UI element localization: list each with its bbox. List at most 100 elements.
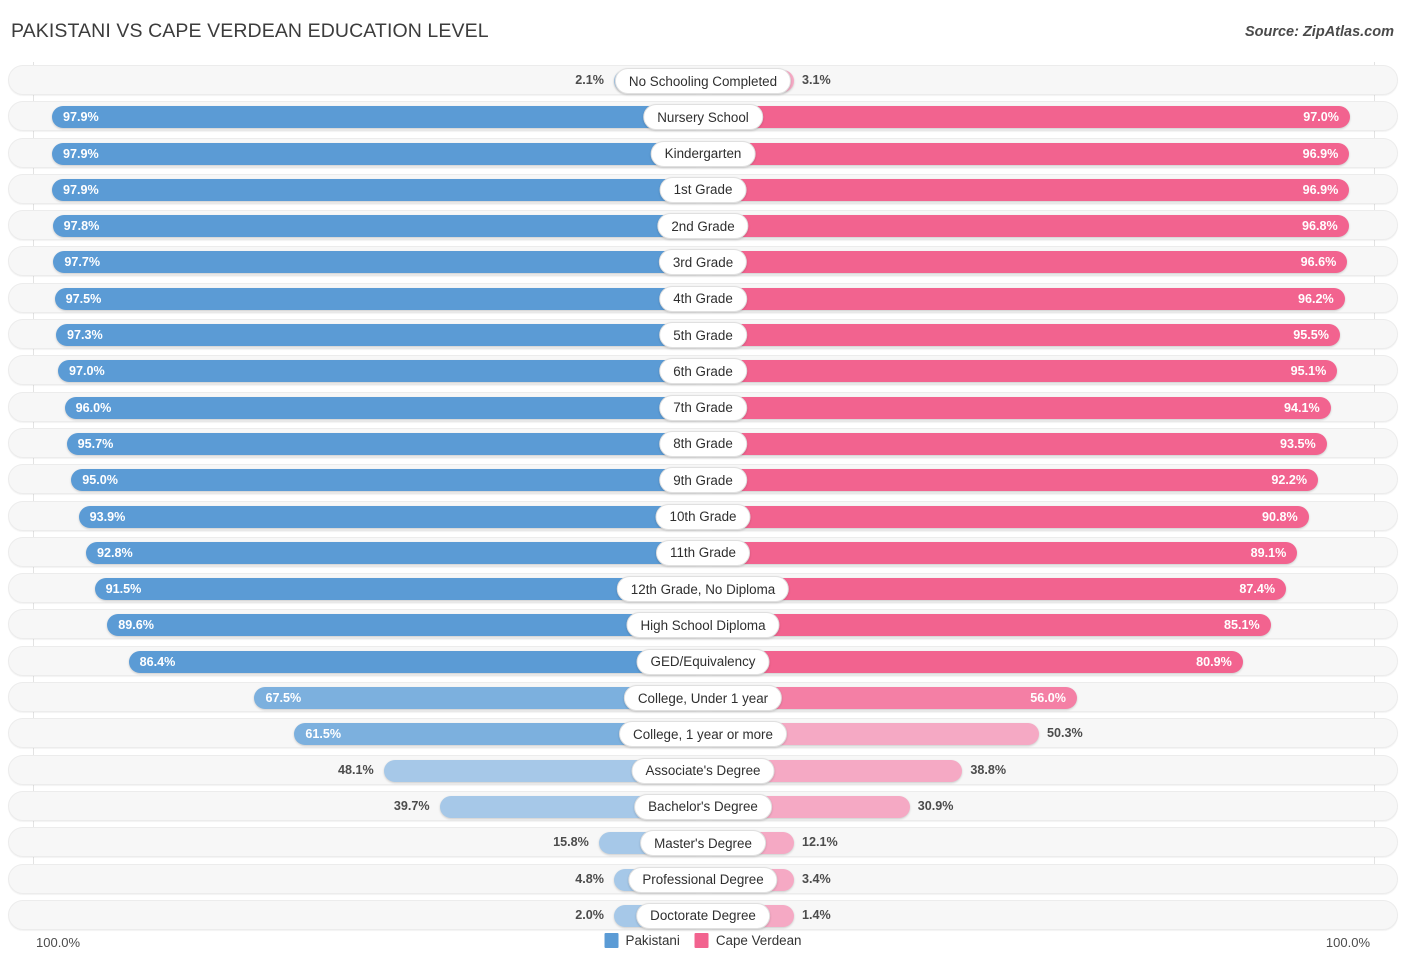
bar-cape-verdean[interactable]: 95.5%	[704, 324, 1341, 347]
bar-pakistani[interactable]: 97.9%	[51, 178, 704, 201]
category-label[interactable]: Associate's Degree	[631, 757, 775, 784]
chart-row[interactable]: 15.8% 12.1% Master's Degree	[8, 827, 1398, 858]
chart-row[interactable]: 97.3% 95.5% 5th Grade	[8, 319, 1398, 350]
chart-row[interactable]: 97.7% 96.6% 3rd Grade	[8, 246, 1398, 277]
bar-pakistani[interactable]: 97.5%	[54, 287, 704, 310]
bar-cape-verdean[interactable]: 85.1%	[704, 614, 1271, 637]
bar-pakistani[interactable]: 91.5%	[94, 578, 704, 601]
bar-pakistani[interactable]: 93.9%	[78, 505, 704, 528]
category-label[interactable]: 4th Grade	[659, 285, 747, 312]
category-label[interactable]: 9th Grade	[659, 467, 747, 494]
category-label[interactable]: 7th Grade	[659, 394, 747, 421]
bar-pakistani[interactable]: 95.0%	[71, 469, 704, 492]
category-label[interactable]: High School Diploma	[626, 612, 780, 639]
chart-row-inner: 95.7% 93.5% 8th Grade	[9, 429, 1397, 457]
chart-row-inner: 89.6% 85.1% High School Diploma	[9, 610, 1397, 639]
bar-value-cape-verdean: 92.2%	[1271, 473, 1308, 488]
category-label[interactable]: No Schooling Completed	[614, 68, 792, 94]
bar-pakistani[interactable]: 92.8%	[85, 541, 704, 564]
bar-cape-verdean[interactable]: 93.5%	[704, 432, 1327, 455]
bar-cape-verdean[interactable]: 90.8%	[704, 505, 1309, 528]
bar-cape-verdean[interactable]: 92.2%	[704, 469, 1319, 492]
chart-rows: 2.1% 3.1% No Schooling Completed 97.9% 97.0%…	[0, 65, 1406, 936]
chart-row[interactable]: 86.4% 80.9% GED/Equivalency	[8, 645, 1398, 676]
chart-row[interactable]: 97.8% 96.8% 2nd Grade	[8, 210, 1398, 241]
chart-row[interactable]: 97.5% 96.2% 4th Grade	[8, 282, 1398, 313]
category-label[interactable]: Professional Degree	[628, 866, 778, 893]
bar-value-pakistani: 96.0%	[75, 400, 112, 415]
chart-row[interactable]: 2.1% 3.1% No Schooling Completed	[8, 65, 1398, 95]
bar-cape-verdean[interactable]: 95.1%	[704, 360, 1338, 383]
bar-pakistani[interactable]: 86.4%	[128, 650, 704, 673]
chart-row[interactable]: 93.9% 90.8% 10th Grade	[8, 500, 1398, 531]
chart-row-inner: 97.7% 96.6% 3rd Grade	[9, 247, 1397, 276]
category-label[interactable]: 12th Grade, No Diploma	[616, 576, 790, 603]
category-label[interactable]: College, 1 year or more	[619, 721, 787, 748]
bar-pakistani[interactable]: 95.7%	[66, 432, 704, 455]
bar-value-cape-verdean: 89.1%	[1250, 545, 1287, 560]
category-label[interactable]: 3rd Grade	[658, 249, 748, 276]
bar-cape-verdean[interactable]: 97.0%	[704, 106, 1351, 129]
chart-row[interactable]: 50.3% 61.5% College, 1 year or more	[8, 718, 1398, 749]
chart-row[interactable]: 91.5% 87.4% 12th Grade, No Diploma	[8, 573, 1398, 604]
category-label[interactable]: Kindergarten	[650, 140, 756, 167]
category-label[interactable]: 10th Grade	[655, 503, 751, 530]
category-label[interactable]: GED/Equivalency	[636, 648, 770, 675]
bar-cape-verdean[interactable]: 96.6%	[704, 251, 1348, 274]
bar-pakistani[interactable]: 89.6%	[107, 614, 704, 637]
bar-value-cape-verdean: 97.0%	[1303, 110, 1340, 125]
chart-row[interactable]: 4.8% 3.4% Professional Degree	[8, 863, 1398, 894]
chart-row[interactable]: 97.0% 95.1% 6th Grade	[8, 355, 1398, 386]
legend-item[interactable]: Cape Verdean	[694, 933, 801, 948]
category-label[interactable]: Master's Degree	[640, 830, 766, 857]
bar-value-pakistani: 97.9%	[62, 182, 99, 197]
bar-pakistani[interactable]: 96.0%	[64, 396, 704, 419]
chart-row[interactable]: 97.9% 96.9% Kindergarten	[8, 137, 1398, 168]
bar-cape-verdean[interactable]: 96.2%	[704, 287, 1345, 310]
chart-row[interactable]: 97.9% 96.9% 1st Grade	[8, 173, 1398, 204]
category-label[interactable]: 2nd Grade	[657, 213, 749, 240]
chart-row[interactable]: 39.7% 30.9% Bachelor's Degree	[8, 790, 1398, 821]
legend-item[interactable]: Pakistani	[604, 933, 680, 948]
category-label[interactable]: 8th Grade	[659, 430, 747, 457]
bar-pakistani[interactable]: 97.8%	[52, 215, 704, 238]
bar-cape-verdean[interactable]: 89.1%	[704, 541, 1298, 564]
bar-cape-verdean[interactable]: 87.4%	[704, 578, 1287, 601]
chart-row-inner: 97.8% 96.8% 2nd Grade	[9, 211, 1397, 240]
bar-value-pakistani: 67.5%	[265, 691, 302, 706]
bar-cape-verdean[interactable]: 96.8%	[704, 215, 1349, 238]
chart-row[interactable]: 67.5% 56.0% College, Under 1 year	[8, 682, 1398, 713]
category-label[interactable]: 11th Grade	[655, 539, 751, 566]
category-label[interactable]: 5th Grade	[659, 322, 747, 349]
chart-row[interactable]: 97.9% 97.0% Nursery School	[8, 101, 1398, 132]
axis-label-left: 100.0%	[36, 935, 81, 950]
bar-cape-verdean[interactable]: 96.9%	[704, 178, 1350, 201]
page-header: PAKISTANI VS CAPE VERDEAN EDUCATION LEVE…	[0, 0, 1406, 62]
bar-pakistani[interactable]: 97.3%	[55, 324, 704, 347]
bar-pakistani[interactable]: 97.9%	[51, 106, 704, 129]
category-label[interactable]: Nursery School	[643, 104, 763, 131]
chart-row[interactable]: 48.1% 38.8% Associate's Degree	[8, 754, 1398, 785]
bar-pakistani[interactable]: 97.0%	[57, 360, 704, 383]
chart-row[interactable]: 96.0% 94.1% 7th Grade	[8, 391, 1398, 422]
category-label[interactable]: 1st Grade	[659, 176, 747, 203]
chart-footer: 100.0% 100.0% Pakistani Cape Verdean	[0, 933, 1406, 957]
bar-cape-verdean[interactable]: 94.1%	[704, 396, 1331, 419]
bar-value-cape-verdean: 30.9%	[917, 798, 954, 813]
bar-cape-verdean[interactable]: 80.9%	[704, 650, 1243, 673]
category-label[interactable]: College, Under 1 year	[623, 685, 783, 712]
chart-row[interactable]: 2.0% 1.4% Doctorate Degree	[8, 899, 1398, 930]
chart-row[interactable]: 92.8% 89.1% 11th Grade	[8, 536, 1398, 567]
bar-pakistani[interactable]: 97.7%	[53, 251, 704, 274]
bar-cape-verdean[interactable]: 96.9%	[704, 142, 1350, 165]
bar-value-cape-verdean: 96.2%	[1297, 291, 1334, 306]
bar-pakistani[interactable]: 97.9%	[51, 142, 704, 165]
category-label[interactable]: Bachelor's Degree	[634, 793, 772, 820]
chart-row[interactable]: 89.6% 85.1% High School Diploma	[8, 609, 1398, 640]
chart-row-inner: 39.7% 30.9% Bachelor's Degree	[9, 792, 1397, 820]
chart-row[interactable]: 95.0% 92.2% 9th Grade	[8, 464, 1398, 495]
chart-row-inner: 97.9% 97.0% Nursery School	[9, 102, 1397, 131]
chart-row[interactable]: 95.7% 93.5% 8th Grade	[8, 427, 1398, 458]
category-label[interactable]: Doctorate Degree	[636, 902, 770, 929]
category-label[interactable]: 6th Grade	[659, 358, 747, 385]
